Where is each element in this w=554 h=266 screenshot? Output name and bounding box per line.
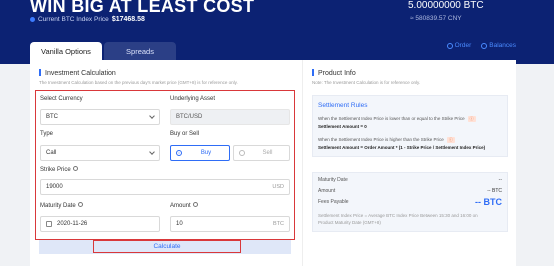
radio-unchecked-icon: [239, 150, 245, 156]
result-footnote-2: Product Maturity Date (GMT+8): [318, 220, 381, 225]
balances-link[interactable]: Balances: [481, 42, 516, 49]
product-info-note: Note: The Investment Calculation is for …: [312, 80, 421, 85]
main-card: Investment Calculation The Investment Ca…: [30, 60, 516, 266]
result-footnote-1: Settlement Index Price = Average BTC Ind…: [318, 213, 478, 218]
radio-checked-icon: [176, 150, 182, 156]
currency-select[interactable]: BTC: [40, 109, 160, 125]
rule-2-result: Settlement Amount = Order Amount * (1 - …: [318, 145, 486, 150]
wallet-icon: [481, 42, 488, 49]
column-divider: [302, 60, 303, 266]
rule-1: When the Settlement Index Price is lower…: [318, 116, 476, 122]
rule-1-result: Settlement Amount = 0: [318, 124, 367, 129]
clock-icon: [446, 42, 453, 49]
hero-title: WIN BIG AT LEAST COST: [30, 0, 255, 16]
btc-balance: 5.00000000 BTC: [408, 0, 484, 11]
account-links: Order Balances: [446, 42, 516, 49]
tab-vanilla-options[interactable]: Vanilla Options: [30, 42, 102, 60]
buy-sell-label: Buy or Sell: [170, 131, 200, 137]
info-icon[interactable]: [72, 166, 78, 171]
type-select[interactable]: Call: [40, 145, 160, 161]
chevron-down-icon: [149, 149, 155, 155]
result-maturity-row: Maturity Date --: [318, 177, 502, 183]
info-tag-icon: ⓘ: [446, 137, 455, 143]
amount-input[interactable]: 10 BTC: [170, 216, 290, 232]
underlying-asset-label: Underlying Asset: [170, 96, 216, 102]
calendar-icon: [46, 221, 52, 227]
settlement-rules: Settlement Rules When the Settlement Ind…: [312, 95, 508, 157]
btc-index-price: Current BTC Index Price $17468.58: [30, 16, 145, 23]
select-currency-label: Select Currency: [40, 96, 83, 102]
status-dot-icon: [30, 17, 35, 22]
maturity-date-picker[interactable]: 2020-11-26: [40, 216, 160, 232]
info-icon[interactable]: [77, 202, 83, 207]
product-tabs: Vanilla Options Spreads: [30, 42, 176, 60]
buy-radio[interactable]: Buy: [170, 145, 230, 161]
investment-calc-title: Investment Calculation: [39, 69, 116, 77]
strike-price-label: Strike Price: [40, 166, 78, 173]
amount-label: Amount: [170, 202, 198, 209]
strike-price-input[interactable]: 19000 USD: [40, 179, 290, 195]
product-info-title: Product Info: [312, 69, 356, 77]
result-panel: Maturity Date -- Amount -- BTC Fees Payabl…: [312, 172, 508, 232]
tab-spreads[interactable]: Spreads: [104, 42, 176, 60]
underlying-asset-field: BTC/USD: [170, 109, 290, 125]
calculate-button[interactable]: Calculate: [93, 240, 241, 253]
result-fees-row: Fees Payable -- BTC: [318, 197, 502, 207]
type-label: Type: [40, 131, 54, 137]
settlement-rules-title: Settlement Rules: [318, 102, 368, 109]
cny-balance: ≈ 580839.57 CNY: [410, 15, 462, 22]
result-amount-row: Amount -- BTC: [318, 188, 502, 194]
maturity-date-label: Maturity Date: [40, 202, 83, 209]
calculation-form: Select Currency BTC Underlying Asset BTC…: [35, 90, 295, 240]
order-link[interactable]: Order: [446, 42, 471, 49]
rule-2: When the Settlement Index Price is highe…: [318, 137, 455, 143]
info-tag-icon: ⓘ: [467, 116, 476, 122]
investment-calc-note: The Investment Calculation based on the …: [39, 80, 238, 85]
info-icon[interactable]: [192, 202, 198, 207]
chevron-down-icon: [149, 113, 155, 119]
sell-radio[interactable]: Sell: [233, 145, 290, 161]
